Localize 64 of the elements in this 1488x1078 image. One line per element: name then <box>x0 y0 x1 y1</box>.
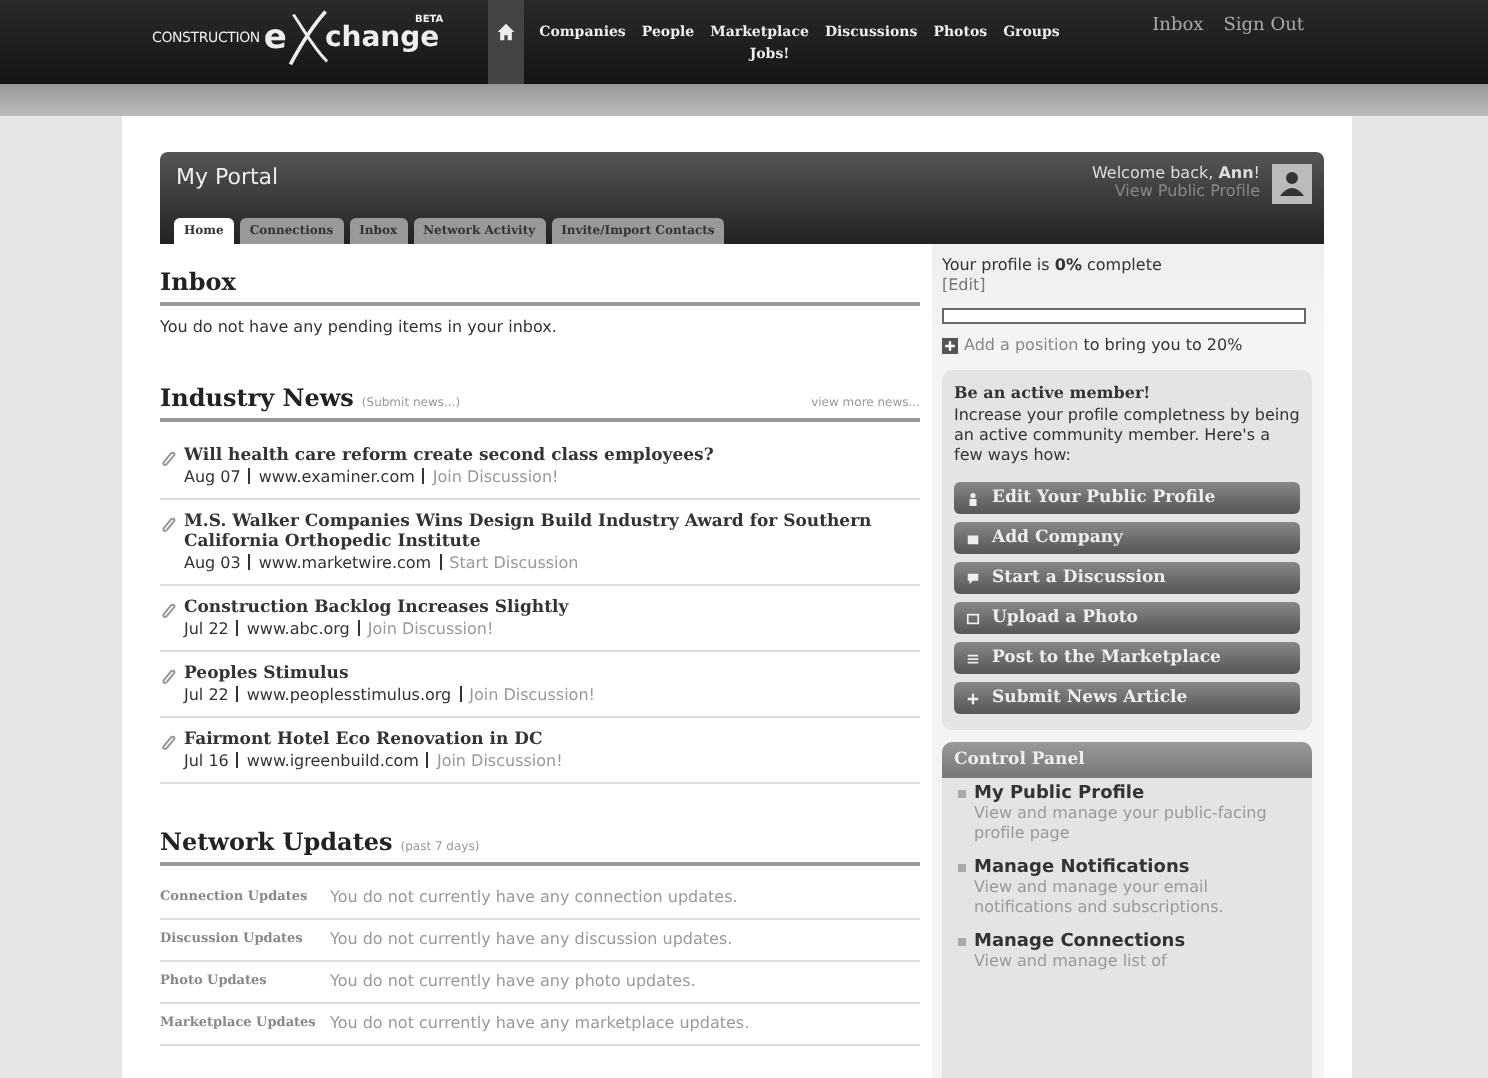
list-icon <box>966 651 980 665</box>
news-date: Jul 22 <box>184 620 229 638</box>
news-date: Jul 22 <box>184 686 229 704</box>
profile-status: Your profile is 0% complete <box>942 256 1162 274</box>
paperclip-icon <box>160 734 176 750</box>
link-description: View and manage your public-facing profile page <box>974 804 1269 843</box>
paperclip-icon <box>160 602 176 618</box>
update-text: You do not currently have any connection updates. <box>330 888 738 906</box>
update-text: You do not currently have any photo updates. <box>330 972 696 990</box>
plus-icon <box>942 338 958 354</box>
speech-bubble-icon <box>966 571 980 585</box>
news-title[interactable]: M.S. Walker Companies Wins Design Build Industry Award for Southern California Orthopedic Institute <box>184 512 920 552</box>
source-link[interactable]: www.igreenbuild.com <box>246 752 419 770</box>
link-description: View and manage your email notifications and subscriptions. <box>974 878 1226 917</box>
plus-icon <box>966 691 980 705</box>
update-text: You do not currently have any marketplace updates. <box>330 1014 750 1032</box>
edit-link[interactable]: [Edit] <box>942 276 986 294</box>
bullet-icon <box>958 790 966 798</box>
add-position-text: Add a position to bring you to 20% <box>964 336 1243 354</box>
panel-text: Increase your profile completness by being an active community member. Here's a few ways how: <box>954 406 1300 466</box>
avatar-icon <box>1272 164 1312 204</box>
panel-title: Be an active member! <box>954 382 1153 402</box>
action-button[interactable]: Post to the Marketplace <box>954 642 1300 674</box>
paperclip-icon <box>160 450 176 466</box>
source-link[interactable]: www.abc.org <box>246 620 350 638</box>
portal-title: My Portal <box>176 164 281 190</box>
paperclip-icon <box>160 516 176 532</box>
inbox-message: You do not have any pending items in your inbox. <box>160 318 559 336</box>
logo-text: change <box>324 22 440 54</box>
news-title[interactable]: Peoples Stimulus <box>184 664 595 684</box>
paperclip-icon <box>160 668 176 684</box>
news-title[interactable]: Will health care reform create second class employees? <box>184 446 714 466</box>
news-date: Aug 03 <box>184 554 241 572</box>
source-link[interactable]: www.peoplesstimulus.org <box>246 686 452 704</box>
home-icon[interactable] <box>487 0 524 84</box>
control-panel-link[interactable]: My Public Profile <box>974 784 1145 804</box>
bullet-icon <box>958 938 966 947</box>
news-date: Aug 07 <box>184 468 241 486</box>
logo-letter: e <box>263 18 287 58</box>
link-description: View and manage list of <box>974 952 1169 972</box>
action-button[interactable]: Upload a Photo <box>954 602 1300 634</box>
control-panel-link[interactable]: Manage Connections <box>974 932 1186 953</box>
source-link[interactable]: www.examiner.com <box>258 468 415 486</box>
action-button[interactable]: Add Company <box>954 522 1300 554</box>
section-heading: Inbox <box>160 268 238 296</box>
news-title[interactable]: Construction Backlog Increases Slightly <box>184 598 569 618</box>
section-heading: Network Updates <box>160 828 393 856</box>
update-text: You do not currently have any discussion updates. <box>330 930 733 948</box>
action-button[interactable]: Edit Your Public Profile <box>954 482 1300 514</box>
source-link[interactable]: www.marketwire.com <box>258 554 432 572</box>
action-button[interactable]: Submit News Article <box>954 682 1300 714</box>
welcome-text: Welcome back, Ann! <box>1091 164 1260 182</box>
control-panel-link[interactable]: Manage Notifications <box>974 858 1190 879</box>
person-icon <box>966 491 980 505</box>
news-title[interactable]: Fairmont Hotel Eco Renovation in DC <box>184 730 563 750</box>
action-button[interactable]: Start a Discussion <box>954 562 1300 594</box>
bullet-icon <box>958 864 966 873</box>
header-link[interactable]: Inbox <box>1152 16 1204 36</box>
news-date: Jul 16 <box>184 752 229 770</box>
building-icon <box>966 531 980 545</box>
photo-icon <box>966 611 980 625</box>
panel-title: Control Panel <box>942 742 1312 778</box>
section-heading: Industry News <box>160 384 354 412</box>
header-link[interactable]: Sign Out <box>1223 16 1304 36</box>
